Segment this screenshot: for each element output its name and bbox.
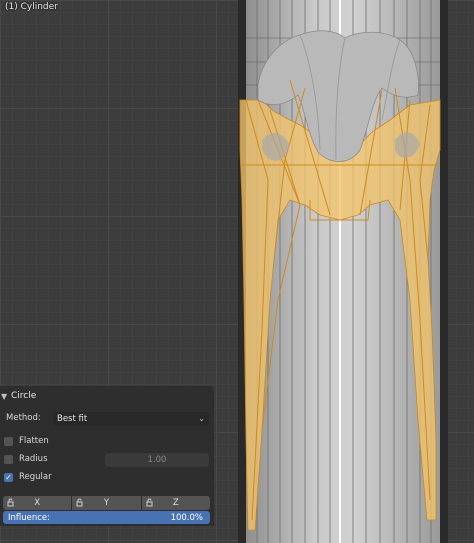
influence-label: Influence:: [8, 512, 51, 523]
lock-y-label: Y: [103, 498, 110, 508]
flatten-checkbox[interactable]: [4, 437, 13, 446]
lock-axis-group: X Y Z: [3, 496, 210, 510]
method-dropdown[interactable]: Best fit ⌄: [53, 412, 209, 426]
radius-checkbox[interactable]: [4, 455, 13, 464]
lock-y-button[interactable]: Y: [72, 496, 142, 510]
regular-row[interactable]: ✓ Regular: [0, 470, 214, 486]
lock-x-label: X: [34, 498, 41, 508]
method-row: Method: Best fit ⌄: [0, 411, 214, 427]
flatten-row[interactable]: Flatten: [0, 434, 214, 450]
influence-value: 100.0%: [170, 512, 203, 523]
regular-label: Regular: [19, 472, 52, 482]
regular-checkbox[interactable]: ✓: [4, 473, 13, 482]
method-label: Method:: [6, 413, 41, 423]
panel-title: Circle: [11, 391, 37, 401]
lock-icon: [7, 498, 14, 507]
object-name-label: (1) Cylinder: [5, 2, 58, 12]
lock-z-button[interactable]: Z: [141, 496, 210, 510]
radius-label: Radius: [19, 454, 48, 464]
lock-x-button[interactable]: X: [3, 496, 73, 510]
chevron-down-icon: ⌄: [198, 414, 205, 423]
flatten-label: Flatten: [19, 436, 49, 446]
method-value: Best fit: [57, 414, 88, 424]
operator-panel: ▼ Circle Method: Best fit ⌄ Flatten Radi…: [0, 386, 214, 526]
lock-icon: [76, 498, 83, 507]
influence-slider[interactable]: Influence: 100.0%: [3, 511, 210, 524]
lock-z-label: Z: [172, 498, 179, 508]
panel-header[interactable]: ▼ Circle: [0, 388, 214, 404]
lock-icon: [146, 498, 153, 507]
collapse-chevron-icon[interactable]: ▼: [1, 392, 11, 401]
radius-field[interactable]: 1.00: [105, 453, 209, 467]
radius-row: Radius 1.00: [0, 452, 214, 468]
